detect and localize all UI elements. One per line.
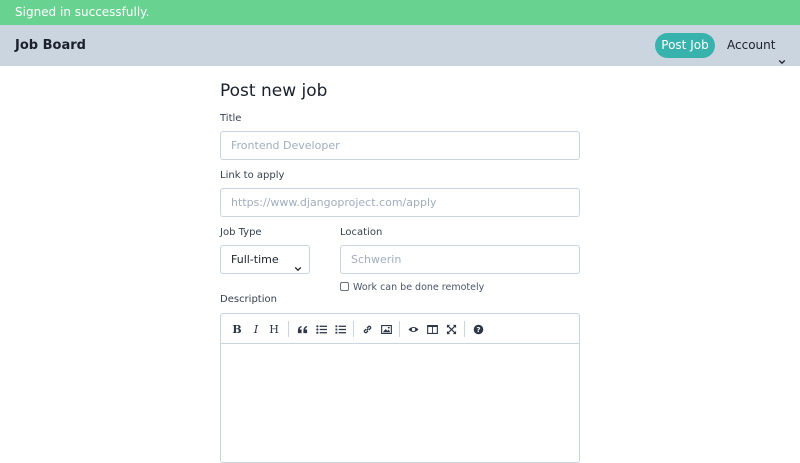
- account-menu[interactable]: Account: [727, 25, 786, 66]
- location-label: Location: [340, 227, 383, 238]
- editor-toolbar: B I H ?: [221, 314, 579, 344]
- post-job-button[interactable]: Post Job: [655, 33, 715, 58]
- navbar: Job Board Post Job Account: [0, 25, 800, 66]
- remote-label: Work can be done remotely: [353, 282, 485, 293]
- italic-icon[interactable]: I: [249, 322, 263, 336]
- job-type-select[interactable]: Full-time: [220, 245, 310, 274]
- link-label: Link to apply: [220, 170, 285, 181]
- toolbar-divider: [464, 321, 465, 337]
- quote-icon[interactable]: [295, 322, 309, 336]
- job-type-label: Job Type: [220, 227, 262, 238]
- chevron-down-icon: [294, 256, 302, 272]
- side-by-side-icon[interactable]: [425, 322, 439, 336]
- brand-logo[interactable]: Job Board: [15, 25, 86, 66]
- svg-text:?: ?: [476, 325, 480, 334]
- guide-icon[interactable]: ?: [471, 322, 485, 336]
- link-input[interactable]: [220, 188, 580, 217]
- account-label: Account: [727, 38, 776, 52]
- title-input[interactable]: [220, 131, 580, 160]
- location-input[interactable]: [340, 245, 580, 274]
- heading-icon[interactable]: H: [267, 322, 281, 336]
- title-label: Title: [220, 113, 242, 124]
- description-label: Description: [220, 294, 277, 305]
- toolbar-divider: [353, 321, 354, 337]
- image-icon[interactable]: [379, 322, 393, 336]
- flash-message: Signed in successfully.: [0, 0, 800, 25]
- link-icon[interactable]: [360, 322, 374, 336]
- unordered-list-icon[interactable]: [314, 322, 328, 336]
- chevron-down-icon: [778, 42, 786, 64]
- fullscreen-icon[interactable]: [444, 322, 458, 336]
- preview-icon[interactable]: [406, 322, 420, 336]
- bold-icon[interactable]: B: [230, 322, 244, 336]
- ordered-list-icon[interactable]: [333, 322, 347, 336]
- remote-checkbox-row[interactable]: Work can be done remotely: [340, 282, 484, 293]
- toolbar-divider: [288, 321, 289, 337]
- toolbar-divider: [399, 321, 400, 337]
- remote-checkbox[interactable]: [340, 282, 349, 291]
- description-editor[interactable]: B I H ?: [220, 313, 580, 463]
- job-type-value: Full-time: [231, 253, 279, 266]
- page-title: Post new job: [220, 81, 328, 101]
